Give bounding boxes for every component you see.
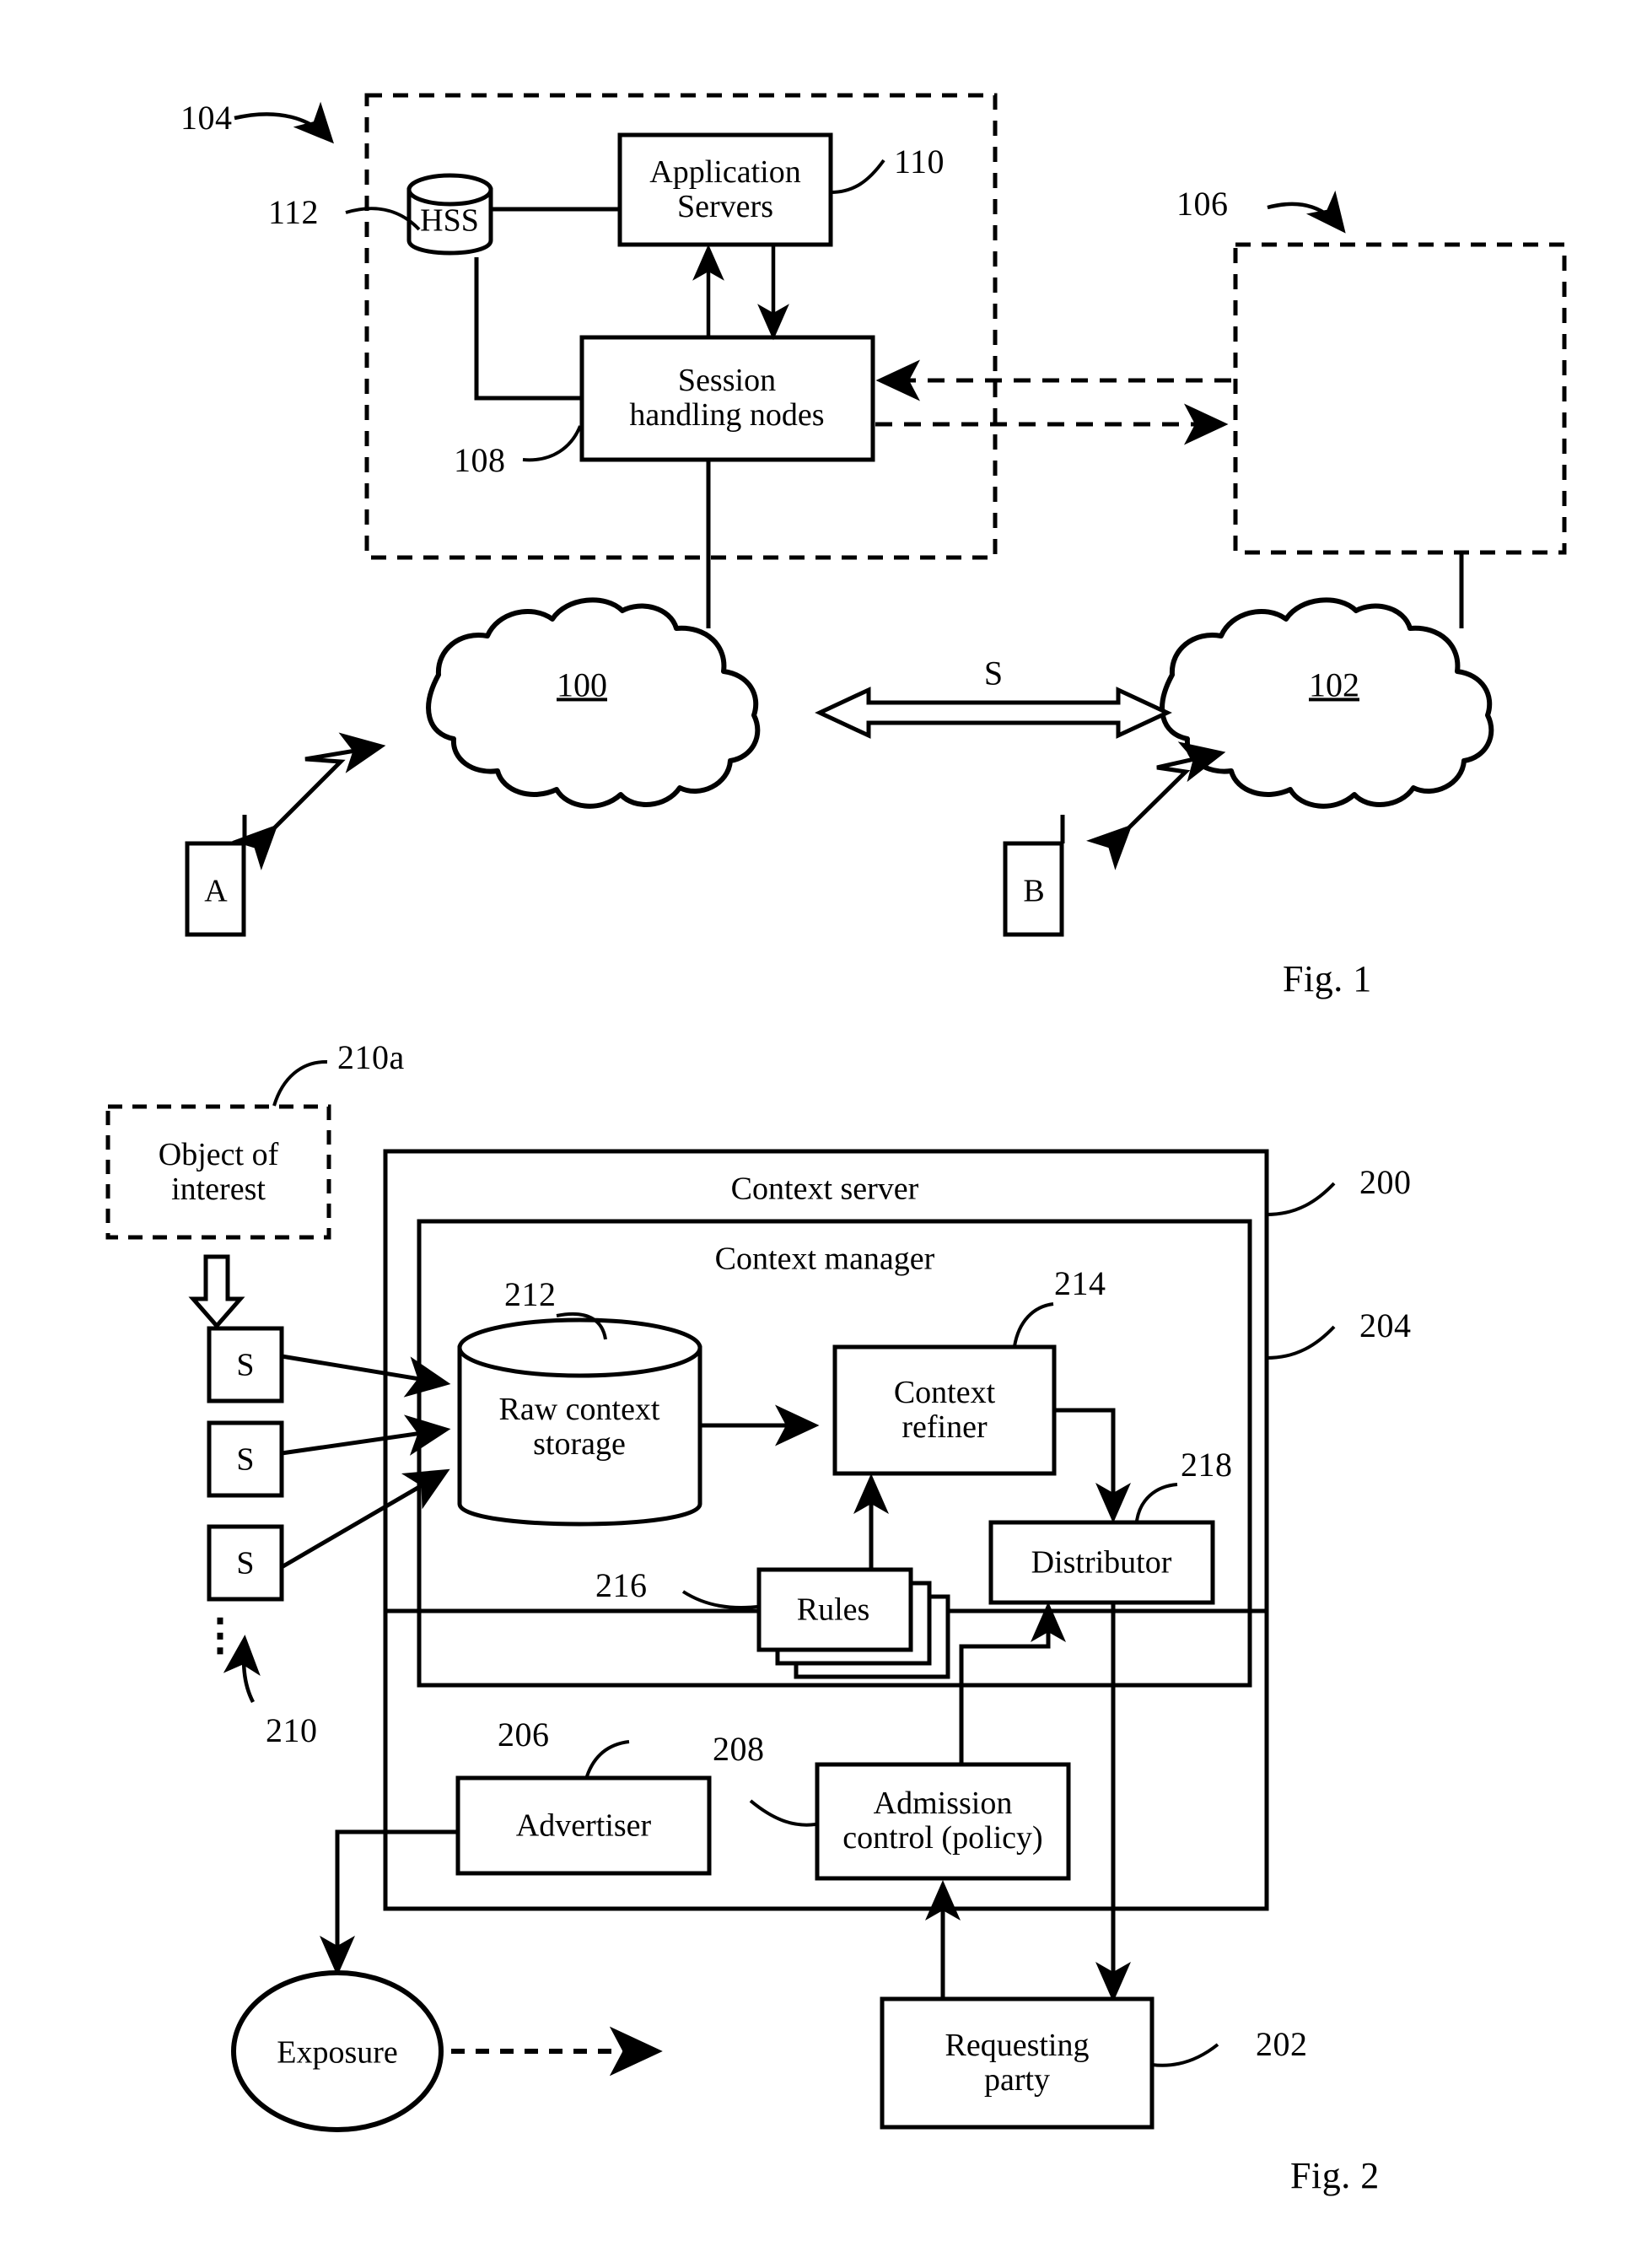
fig2-leader-204 [1266,1325,1336,1360]
fig1-ref-104: 104 [180,99,233,137]
fig1-ref-106: 106 [1176,185,1229,223]
fig2-leader-214 [1013,1302,1054,1347]
fig1-link-hss-session [474,257,582,401]
fig2-context-server-label: Context server [730,1171,919,1207]
fig2-object-of-interest-label: Object of interest [158,1136,279,1207]
fig2-leader-216 [681,1590,758,1610]
fig1-block-arrow-s [815,687,1172,739]
fig2-leader-200 [1266,1182,1336,1216]
fig1-domain-106-dashed-box [1233,242,1567,555]
fig2-sensor-ellipsis: ⋮ [198,1611,242,1660]
fig1-leader-104 [234,101,334,144]
fig2-raw-context-storage-label: Raw context storage [498,1391,660,1462]
fig1-terminal-a-label: A [204,873,228,909]
fig1-ref-112: 112 [268,193,320,231]
fig2-leader-218 [1135,1483,1178,1522]
fig2-ref-216: 216 [595,1566,648,1604]
fig2-ref-206: 206 [498,1716,550,1754]
fig1-leader-110 [830,159,885,194]
fig2-ref-218: 218 [1181,1446,1233,1484]
fig1-terminal-b-label: B [1023,873,1045,909]
fig2-leader-210a [272,1059,328,1107]
fig2-requesting-party-label: Requesting party [945,2027,1090,2098]
fig2-ref-212: 212 [504,1275,557,1313]
fig2-caption: Fig. 2 [1290,2155,1380,2196]
fig2-ref-204: 204 [1359,1306,1412,1344]
patent-figure-page: 104 112 HSS Application Servers 110 Sess… [0,0,1647,2268]
fig2-ref-210a: 210a [337,1038,405,1076]
fig2-ref-208: 208 [713,1730,765,1768]
fig1-leader-108 [522,425,582,462]
fig1-application-servers-label: Application Servers [649,154,801,224]
fig1-radio-link-a [232,732,386,870]
fig2-arrow-refiner-to-distributor [1054,1408,1131,1524]
fig2-sensor-label-1: S [236,1347,255,1383]
fig1-caption: Fig. 1 [1283,958,1372,999]
fig1-leader-106 [1267,190,1346,234]
fig2-leader-202 [1151,2043,1219,2067]
fig2-ref-200: 200 [1359,1163,1412,1201]
fig2-rules-label: Rules [796,1592,870,1628]
fig2-distributor-label: Distributor [1031,1544,1172,1581]
fig2-advertiser-label: Advertiser [515,1807,652,1844]
fig2-hollow-arrow-object-to-sensors [188,1254,245,1329]
fig1-hss-label: HSS [420,202,479,239]
fig2-ref-202: 202 [1256,2025,1308,2063]
fig1-ref-110: 110 [894,143,945,180]
fig2-sensor-label-3: S [236,1545,255,1581]
fig2-exposure-label: Exposure [277,2034,398,2071]
fig2-admission-control-label: Admission control (policy) [842,1785,1043,1856]
fig1-session-handling-nodes-label: Session handling nodes [629,362,825,433]
fig2-context-manager-label: Context manager [714,1241,935,1277]
fig1-interface-s-label: S [983,654,1004,692]
fig1-cloud-100-label: 100 [557,665,607,704]
fig1-ref-108: 108 [454,441,506,479]
fig2-link-advertiser-to-exposure [320,1829,458,1977]
fig2-ref-214: 214 [1054,1264,1106,1302]
fig2-context-refiner-label: Context refiner [893,1374,996,1445]
fig2-ref-210: 210 [266,1711,318,1749]
fig2-sensor-label-2: S [236,1441,255,1478]
fig2-leader-210 [223,1635,261,1704]
fig2-leader-208 [749,1799,816,1827]
fig2-leader-206 [585,1740,630,1777]
diagram-vector-layer [105,93,1567,2132]
fig1-cloud-102-label: 102 [1309,665,1359,704]
